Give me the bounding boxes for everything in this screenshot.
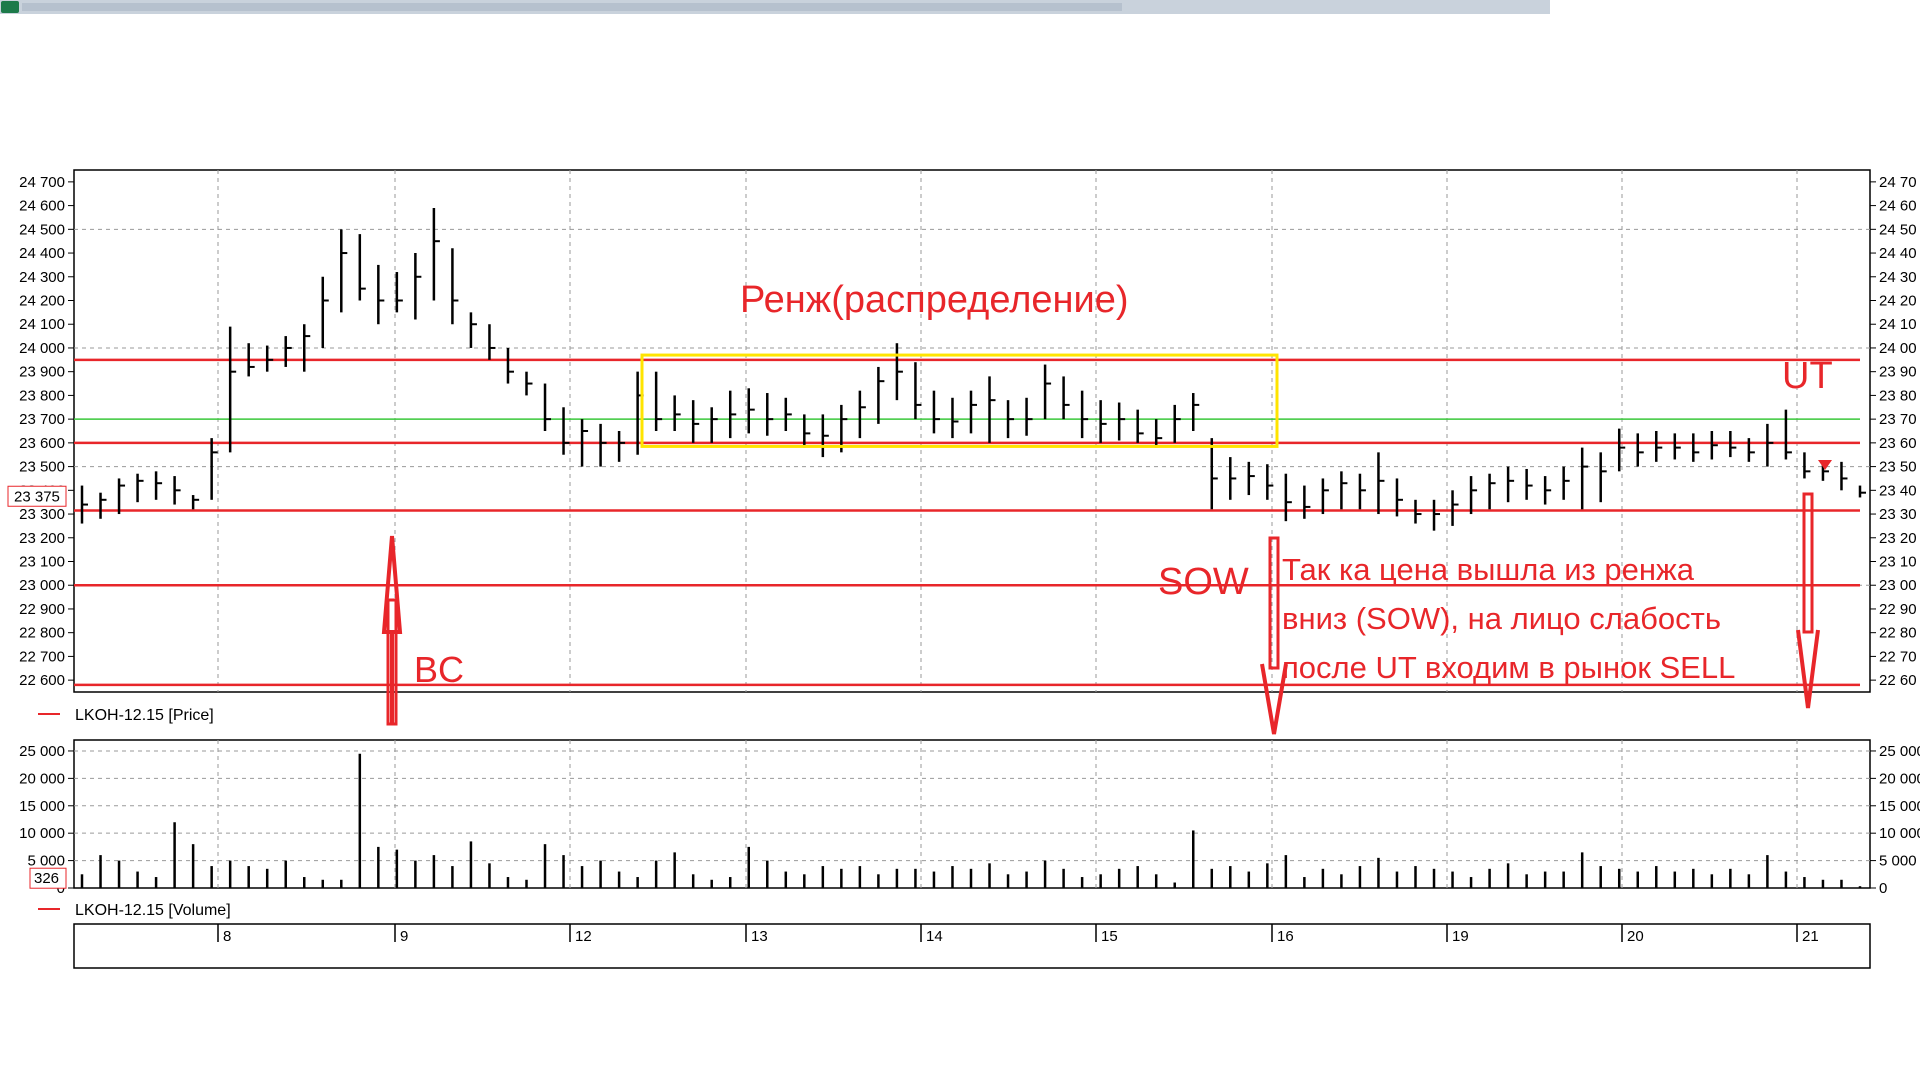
price-tick-label-right-11: 23 70 — [1879, 411, 1917, 428]
price-tick-label-left-21: 24 700 — [19, 174, 65, 191]
x-axis: 8 9 12 13 14 15 16 19 20 21 — [73, 923, 1871, 969]
volume-tick-label-right-0: 0 — [1879, 880, 1887, 897]
price-tick-label-right-0: 22 60 — [1879, 672, 1917, 689]
price-tick-label-left-20: 24 600 — [19, 198, 65, 215]
last-volume-label: 326 — [34, 870, 59, 887]
last-volume-marker: 326 — [29, 867, 67, 889]
comment-line-2: вниз (SOW), на лицо слабость — [1282, 601, 1721, 636]
price-tick-label-left-19: 24 500 — [19, 221, 65, 238]
x-tick-label-5: 15 — [1101, 928, 1118, 945]
price-tick-label-left-5: 23 100 — [19, 554, 65, 571]
x-tick-label-2: 12 — [575, 928, 592, 945]
price-tick-label-right-16: 24 20 — [1879, 293, 1917, 310]
price-tick-label-left-6: 23 200 — [19, 530, 65, 547]
volume-legend-label: LKOH-12.15 [Volume] — [75, 902, 231, 919]
price-tick-label-left-17: 24 300 — [19, 269, 65, 286]
x-tick-label-4: 14 — [926, 928, 943, 945]
volume-tick-label-left-2: 10 000 — [19, 825, 65, 842]
volume-tick-label-right-1: 5 000 — [1879, 853, 1917, 870]
price-tick-label-right-19: 24 50 — [1879, 221, 1917, 238]
x-tick-label-1: 9 — [400, 928, 408, 945]
x-tick-label-8: 20 — [1627, 928, 1644, 945]
x-tick-label-9: 21 — [1802, 928, 1819, 945]
price-tick-label-left-2: 22 800 — [19, 625, 65, 642]
price-tick-label-right-7: 23 30 — [1879, 506, 1917, 523]
price-tick-label-left-16: 24 200 — [19, 293, 65, 310]
price-y-axis-right: 22 60 22 70 22 80 22 90 23 00 23 10 23 20 23 30… — [1870, 174, 1917, 689]
price-tick-label-right-14: 24 00 — [1879, 340, 1917, 357]
price-tick-label-left-10: 23 600 — [19, 435, 65, 452]
price-tick-label-left-7: 23 300 — [19, 506, 65, 523]
volume-tick-label-left-4: 20 000 — [19, 770, 65, 787]
volume-plot-frame — [73, 739, 1871, 889]
price-y-axis-left: 22 600 22 700 22 800 22 900 23 000 23 100 23 2… — [19, 174, 74, 689]
price-tick-label-left-11: 23 700 — [19, 411, 65, 428]
price-tick-label-left-9: 23 500 — [19, 459, 65, 476]
price-tick-label-right-20: 24 60 — [1879, 198, 1917, 215]
price-tick-label-left-13: 23 900 — [19, 364, 65, 381]
price-tick-label-right-9: 23 50 — [1879, 459, 1917, 476]
volume-panel: 0 5 000 10 000 15 000 20 000 25 000 0 5 000 10 … — [19, 739, 1920, 897]
bc-annotation: BC — [414, 649, 464, 690]
x-tick-label-3: 13 — [751, 928, 768, 945]
volume-tick-label-left-5: 25 000 — [19, 743, 65, 760]
price-tick-label-right-5: 23 10 — [1879, 554, 1917, 571]
price-tick-label-right-6: 23 20 — [1879, 530, 1917, 547]
price-tick-label-right-18: 24 40 — [1879, 245, 1917, 262]
price-tick-label-left-0: 22 600 — [19, 672, 65, 689]
x-tick-label-0: 8 — [223, 928, 231, 945]
volume-tick-label-right-2: 10 000 — [1879, 825, 1920, 842]
price-tick-label-left-3: 22 900 — [19, 601, 65, 618]
price-tick-label-left-1: 22 700 — [19, 648, 65, 665]
comment-line-3: после UT входим в рынок SELL — [1282, 650, 1735, 685]
chart-canvas: 22 60022 70022 80022 90023 00023 10023 2… — [7, 169, 1920, 969]
price-tick-label-right-3: 22 90 — [1879, 601, 1917, 618]
volume-tick-label-right-3: 15 000 — [1879, 798, 1920, 815]
volume-tick-label-left-1: 5 000 — [27, 853, 65, 870]
price-tick-label-right-21: 24 70 — [1879, 174, 1917, 191]
price-tick-label-right-4: 23 00 — [1879, 577, 1917, 594]
price-tick-label-right-2: 22 80 — [1879, 625, 1917, 642]
ut-annotation: UT — [1782, 355, 1833, 397]
x-tick-label-7: 19 — [1452, 928, 1469, 945]
price-tick-label-right-13: 23 90 — [1879, 364, 1917, 381]
price-tick-label-right-1: 22 70 — [1879, 648, 1917, 665]
range-annotation: Ренж(распределение) — [740, 279, 1129, 321]
volume-tick-label-right-5: 25 000 — [1879, 743, 1920, 760]
price-tick-label-right-8: 23 40 — [1879, 482, 1917, 499]
price-tick-label-right-10: 23 60 — [1879, 435, 1917, 452]
sow-annotation: SOW — [1158, 561, 1249, 603]
price-tick-label-left-12: 23 800 — [19, 387, 65, 404]
x-tick-label-6: 16 — [1277, 928, 1294, 945]
volume-y-axis-right: 0 5 000 10 000 15 000 20 000 25 000 — [1870, 743, 1920, 897]
price-tick-label-right-15: 24 10 — [1879, 316, 1917, 333]
price-legend: LKOH-12.15 [Price] — [38, 707, 214, 724]
price-tick-label-left-15: 24 100 — [19, 316, 65, 333]
comment-line-1: Так ка цена вышла из ренжа — [1282, 552, 1695, 587]
price-tick-label-right-12: 23 80 — [1879, 387, 1917, 404]
price-tick-label-right-17: 24 30 — [1879, 269, 1917, 286]
price-tick-label-left-4: 23 000 — [19, 577, 65, 594]
volume-tick-label-left-3: 15 000 — [19, 798, 65, 815]
last-price-marker: 23 375 — [7, 485, 67, 507]
volume-tick-label-right-4: 20 000 — [1879, 770, 1920, 787]
price-tick-label-left-18: 24 400 — [19, 245, 65, 262]
price-tick-label-left-14: 24 000 — [19, 340, 65, 357]
volume-legend: LKOH-12.15 [Volume] — [38, 902, 231, 919]
price-legend-label: LKOH-12.15 [Price] — [75, 707, 214, 724]
last-price-label: 23 375 — [14, 488, 60, 505]
